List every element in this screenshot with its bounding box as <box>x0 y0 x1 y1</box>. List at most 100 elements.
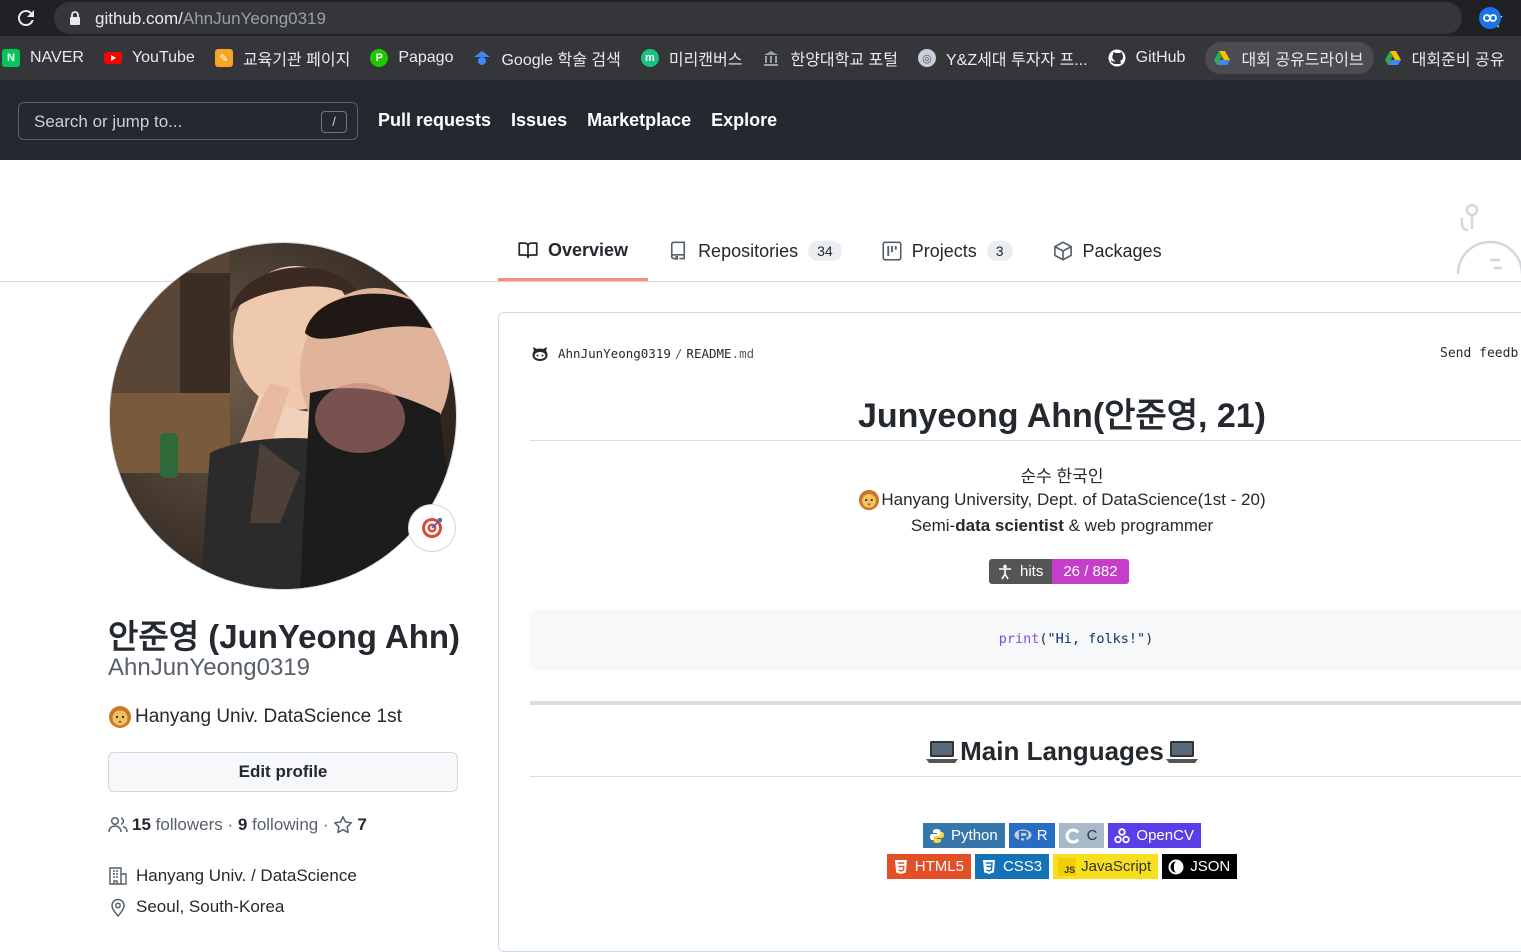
url-host: github.com/ <box>95 9 183 28</box>
badge-row-2: HTML5 CSS3 JS JavaScript JSON <box>530 854 1521 879</box>
stars-link[interactable]: 7 <box>333 815 367 835</box>
html5-badge[interactable]: HTML5 <box>886 854 971 879</box>
bookmark-label: 미리캔버스 <box>668 52 743 69</box>
code-paren-close: ) <box>1145 631 1154 647</box>
hits-value: 26 / 882 <box>1052 559 1129 584</box>
organization-icon <box>109 867 127 885</box>
javascript-badge[interactable]: JS JavaScript <box>1053 854 1159 879</box>
line-3-suffix: & web programmer <box>1063 516 1214 535</box>
following-label: following <box>252 815 319 834</box>
badge-label: JSON <box>1190 858 1231 875</box>
location-text: Seoul, South-Korea <box>136 897 285 916</box>
laptop-icon <box>1165 740 1198 763</box>
json-badge[interactable]: JSON <box>1162 854 1238 879</box>
bookmark-label: Y&Z세대 투자자 프... <box>945 52 1088 69</box>
readme-line-2-text: Hanyang University, Dept. of DataScience… <box>881 490 1266 509</box>
repo-icon <box>670 241 686 261</box>
javascript-icon: JS <box>1058 857 1077 876</box>
tab-projects[interactable]: Projects 3 <box>862 222 1033 280</box>
nav-pull-requests[interactable]: Pull requests <box>378 110 491 131</box>
avatar-photo <box>110 243 456 589</box>
horizontal-rule <box>530 701 1521 705</box>
project-icon <box>882 241 902 261</box>
python-badge[interactable]: Python <box>923 823 1005 848</box>
nav-issues[interactable]: Issues <box>511 110 567 131</box>
badge-label: OpenCV <box>1136 827 1194 844</box>
opencv-icon <box>1113 827 1131 845</box>
r-icon <box>1014 827 1032 845</box>
bookmarks-bar: N NAVER YouTube ✎ 교육기관 페이지 P Papago Google … <box>0 36 1521 80</box>
bookmark-naver[interactable]: N NAVER <box>0 42 94 74</box>
readme-file-name: README <box>686 345 732 361</box>
send-feedback-link[interactable]: Send feedb <box>1440 346 1518 361</box>
tab-overview[interactable]: Overview <box>498 222 649 281</box>
global-nav: Pull requests Issues Marketplace Explore <box>378 110 777 131</box>
address-bar[interactable]: github.com/AhnJunYeong0319 <box>54 2 1503 34</box>
section-heading: Main Languages <box>530 736 1521 767</box>
extension-icon[interactable] <box>1478 6 1502 30</box>
followers-link[interactable]: 15 followers <box>132 815 223 835</box>
bookmark-yz[interactable]: ◎ Y&Z세대 투자자 프... <box>917 42 1098 74</box>
tab-repositories[interactable]: Repositories 34 <box>648 222 862 280</box>
globe-icon: ◎ <box>917 49 936 67</box>
html5-icon <box>892 858 910 876</box>
badge-label: JavaScript <box>1081 858 1152 875</box>
bookmark-label: 교육기관 페이지 <box>242 52 351 69</box>
bookmark-label: NAVER <box>30 49 84 66</box>
following-count: 9 <box>237 815 248 834</box>
scholar-icon <box>473 49 491 67</box>
bookmark-hanyang[interactable]: 한양대학교 포털 <box>762 42 908 74</box>
badge-label: HTML5 <box>914 858 964 875</box>
reload-icon[interactable] <box>14 6 38 30</box>
profile-organization: Hanyang Univ. / DataScience <box>108 866 357 886</box>
bookmark-drive-1[interactable]: 대회 공유드라이브 <box>1205 42 1374 74</box>
readme-owner-link[interactable]: AhnJunYeong0319 <box>558 346 671 361</box>
bookmark-edu[interactable]: ✎ 교육기관 페이지 <box>214 42 361 74</box>
bookmark-miricanvas[interactable]: m 미리캔버스 <box>640 42 753 74</box>
followers-label: followers <box>155 815 223 834</box>
avatar[interactable] <box>109 242 457 590</box>
browser-toolbar: github.com/AhnJunYeong0319 <box>0 0 1521 36</box>
url-path: AhnJunYeong0319 <box>182 9 326 28</box>
hits-badge[interactable]: hits 26 / 882 <box>989 559 1129 584</box>
nav-explore[interactable]: Explore <box>711 110 777 131</box>
badge-label: R <box>1036 827 1048 844</box>
following-link[interactable]: 9 following <box>238 815 318 835</box>
readme-line-1: 순수 한국인 <box>1020 467 1104 486</box>
bookmark-label: Google 학술 검색 <box>501 52 621 69</box>
css3-badge[interactable]: CSS3 <box>974 854 1050 879</box>
url-text[interactable]: github.com/AhnJunYeong0319 <box>95 9 326 29</box>
bookmark-label: 대회 공유드라이브 <box>1241 52 1364 69</box>
bookmark-github[interactable]: GitHub <box>1108 42 1196 74</box>
location-icon <box>111 898 125 917</box>
book-icon <box>518 242 538 259</box>
opencv-badge[interactable]: OpenCV <box>1108 823 1201 848</box>
r-badge[interactable]: R <box>1008 823 1055 848</box>
follow-stats: 15 followers · 9 following · 7 <box>108 815 367 835</box>
lock-icon[interactable] <box>68 11 82 25</box>
profile-username: AhnJunYeong0319 <box>108 654 310 681</box>
naver-icon: N <box>2 49 20 67</box>
readme-header: AhnJunYeong0319 / README .md <box>530 343 754 363</box>
readme-line-2: Hanyang University, Dept. of DataScience… <box>530 489 1521 511</box>
c-badge[interactable]: C <box>1058 823 1105 848</box>
status-emoji-button[interactable] <box>408 504 456 552</box>
badge-label: Python <box>951 827 998 844</box>
nav-marketplace[interactable]: Marketplace <box>587 110 691 131</box>
code-paren-open: ( <box>1039 631 1048 647</box>
tab-label: Packages <box>1082 240 1162 261</box>
bookmark-label: 한양대학교 포털 <box>790 52 898 69</box>
bookmark-youtube[interactable]: YouTube <box>103 42 205 74</box>
papago-icon: P <box>370 49 389 67</box>
repo-count-badge: 34 <box>808 241 842 261</box>
bookmark-scholar[interactable]: Google 학술 검색 <box>473 42 630 74</box>
tab-packages[interactable]: Packages <box>1033 222 1182 280</box>
bookmark-papago[interactable]: P Papago <box>370 42 463 74</box>
json-icon <box>1167 858 1185 876</box>
profile-location: Seoul, South-Korea <box>108 897 284 917</box>
search-placeholder: Search or jump to... <box>34 112 183 131</box>
edit-profile-button[interactable]: Edit profile <box>108 752 458 792</box>
bookmark-drive-2[interactable]: 대회준비 공유 <box>1384 42 1515 74</box>
drive-icon <box>1384 49 1402 67</box>
search-input[interactable]: Search or jump to... / <box>18 102 358 140</box>
